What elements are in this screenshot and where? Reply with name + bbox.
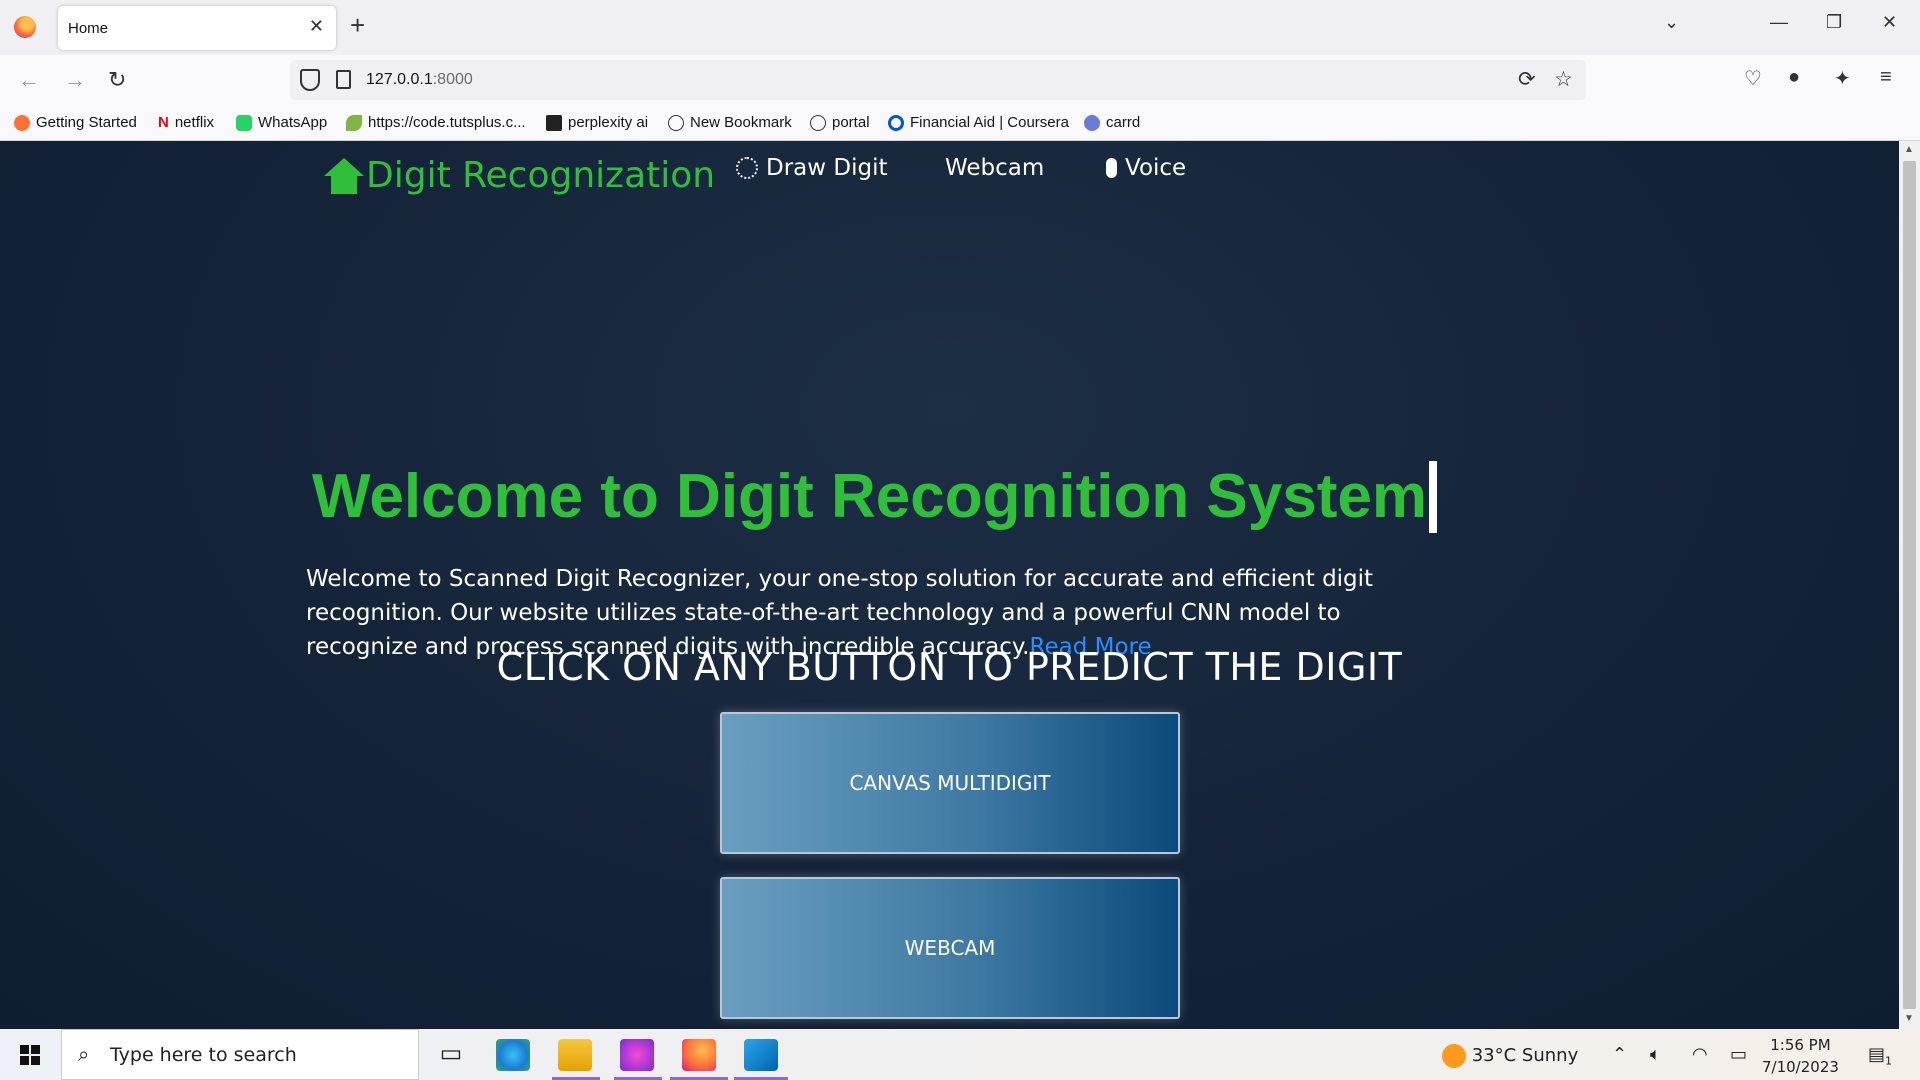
bookmark-star-icon[interactable]: ☆: [1554, 67, 1573, 92]
globe-icon: [810, 114, 826, 131]
home-icon: [324, 157, 364, 194]
app-mask-icon[interactable]: [620, 1039, 654, 1071]
browser-tab-bar: Home ✕ + ⌄ — ❐ ✕: [0, 0, 1920, 55]
taskbar-clock[interactable]: 1:56 PM 7/10/2023: [1762, 1034, 1839, 1078]
nav-voice[interactable]: Voice: [1106, 155, 1186, 181]
brand-text: Digit Recognization: [366, 155, 716, 196]
bookmark-carrd[interactable]: carrd: [1084, 114, 1140, 131]
nav-webcam[interactable]: Webcam: [945, 155, 1044, 181]
minimize-icon[interactable]: —: [1770, 12, 1788, 33]
tab-title: Home: [68, 19, 109, 37]
url-text[interactable]: 127.0.0.1:8000: [366, 71, 473, 89]
forward-icon[interactable]: →: [64, 67, 86, 93]
scrollbar-thumb[interactable]: [1903, 161, 1916, 1009]
coursera-icon: [888, 114, 904, 131]
cta-heading: CLICK ON ANY BUTTON TO PREDICT THE DIGIT: [496, 645, 1403, 689]
windows-taskbar: ⌕ Type here to search ▭ 33°C Sunny ⌃ 🔈︎ …: [0, 1029, 1920, 1080]
list-tabs-icon[interactable]: ⌄: [1664, 12, 1679, 33]
canvas-multidigit-button[interactable]: CANVAS MULTIDIGIT: [720, 712, 1180, 854]
leaf-icon: [346, 114, 362, 131]
battery-icon[interactable]: ▭: [1730, 1044, 1747, 1065]
spinner-icon: [736, 157, 758, 179]
hero-title: Welcome to Digit Recognition System: [312, 460, 1438, 537]
page-viewport: Digit Recognization Draw Digit Webcam Vo…: [0, 141, 1899, 1029]
firefox-logo-icon: [14, 16, 36, 38]
close-tab-icon[interactable]: ✕: [309, 16, 324, 37]
netflix-icon: N: [158, 114, 169, 131]
taskbar-search[interactable]: ⌕ Type here to search: [61, 1029, 419, 1080]
bookmarks-toolbar: Getting Started Nnetflix WhatsApp https:…: [0, 107, 1920, 141]
bookmark-perplexity[interactable]: perplexity ai: [546, 114, 648, 131]
shield-icon[interactable]: [300, 69, 320, 91]
whatsapp-icon: [236, 114, 252, 131]
vscode-icon[interactable]: [744, 1039, 778, 1071]
globe-icon: [668, 114, 684, 131]
bookmark-new-bookmark[interactable]: New Bookmark: [668, 114, 792, 131]
page-scrollbar[interactable]: ▲ ▼: [1899, 141, 1920, 1029]
bookmark-tutsplus[interactable]: https://code.tutsplus.c...: [346, 114, 526, 131]
page-info-icon[interactable]: [336, 70, 351, 89]
weather-widget[interactable]: 33°C Sunny: [1442, 1044, 1578, 1068]
firefox-taskbar-icon[interactable]: [682, 1039, 716, 1071]
webcam-button[interactable]: WEBCAM: [720, 877, 1180, 1019]
tab-home[interactable]: Home ✕: [58, 6, 336, 50]
brand-link[interactable]: Digit Recognization: [324, 155, 715, 196]
new-tab-icon[interactable]: +: [350, 12, 365, 38]
bookmark-netflix[interactable]: Nnetflix: [158, 114, 214, 131]
edge-icon[interactable]: [496, 1039, 530, 1071]
perplexity-icon: [546, 114, 562, 131]
show-hidden-icons-icon[interactable]: ⌃: [1612, 1044, 1627, 1065]
search-icon: ⌕: [78, 1044, 90, 1066]
carrd-icon: [1084, 114, 1100, 131]
network-icon[interactable]: ◠: [1692, 1044, 1708, 1065]
sun-icon: [1442, 1044, 1466, 1068]
bookmark-getting-started[interactable]: Getting Started: [14, 114, 137, 131]
microphone-icon: [1106, 158, 1117, 178]
scroll-down-icon[interactable]: ▼: [1904, 1013, 1914, 1024]
bookmark-coursera[interactable]: Financial Aid | Coursera: [888, 114, 1069, 131]
restore-icon[interactable]: ❐: [1826, 12, 1842, 33]
pocket-icon[interactable]: ♡: [1744, 66, 1762, 91]
task-view-icon[interactable]: ▭: [434, 1039, 468, 1071]
typing-cursor: [1429, 460, 1438, 533]
scroll-up-icon[interactable]: ▲: [1904, 144, 1914, 155]
volume-icon[interactable]: 🔈︎: [1650, 1044, 1661, 1065]
site-navbar: Digit Recognization: [324, 155, 715, 196]
notifications-icon[interactable]: ▤1: [1868, 1044, 1892, 1068]
sync-icon[interactable]: ⟳: [1518, 67, 1536, 92]
bookmark-whatsapp[interactable]: WhatsApp: [236, 114, 327, 131]
menu-icon[interactable]: ≡: [1880, 66, 1892, 89]
close-window-icon[interactable]: ✕: [1882, 12, 1897, 33]
cookie-extension-icon[interactable]: ●: [1788, 66, 1800, 89]
nav-draw-digit[interactable]: Draw Digit: [736, 155, 888, 181]
extensions-icon[interactable]: ✦: [1834, 66, 1851, 91]
firefox-icon: [14, 114, 30, 131]
url-bar[interactable]: 127.0.0.1:8000 ⟳ ☆: [290, 60, 1586, 100]
file-explorer-icon[interactable]: [558, 1039, 592, 1071]
reload-icon[interactable]: ↻: [108, 67, 126, 93]
back-icon[interactable]: ←: [18, 67, 40, 93]
bookmark-portal[interactable]: portal: [810, 114, 870, 131]
windows-start-icon[interactable]: [20, 1045, 40, 1065]
